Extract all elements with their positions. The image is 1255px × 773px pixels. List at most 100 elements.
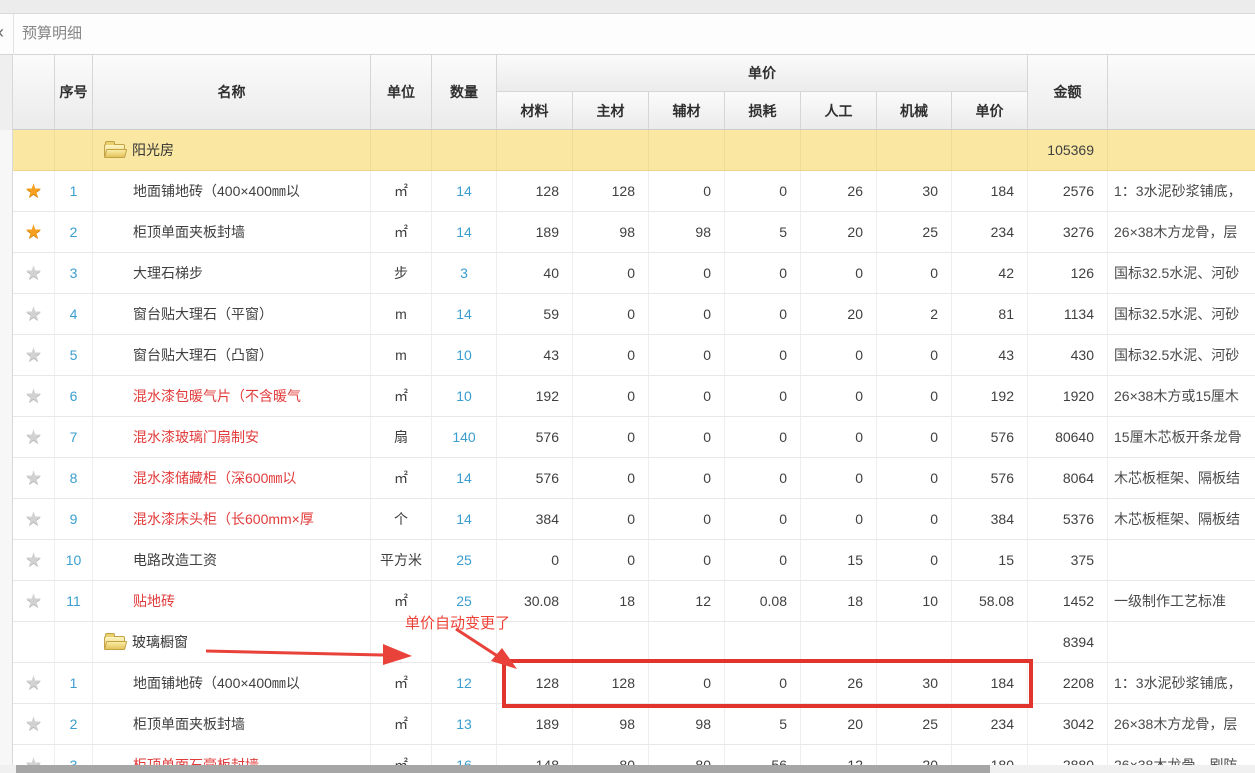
cell-price: 0 <box>725 376 801 416</box>
table-row[interactable]: ★2柜顶单面夹板封墙㎡13189989852025234304226×38木方龙… <box>13 704 1255 745</box>
cell-price: 98 <box>573 212 649 252</box>
cell-amount: 2576 <box>1028 171 1108 211</box>
table-row[interactable]: ★8混水漆储藏柜（深600㎜以㎡14576000005768064木芯板框架、隔… <box>13 458 1255 499</box>
cell-price: 0 <box>725 499 801 539</box>
star-empty-icon[interactable]: ★ <box>25 387 42 406</box>
scrollbar-thumb[interactable] <box>16 765 990 773</box>
cell-seq: 3 <box>55 745 93 765</box>
cell-price: 0 <box>649 458 725 498</box>
table-row[interactable]: ★1地面铺地砖（400×400㎜以㎡1212812800263018422081… <box>13 663 1255 704</box>
star-filled-icon[interactable]: ★ <box>25 182 42 201</box>
table-row[interactable]: ★10电路改造工资平方米25000015015375 <box>13 540 1255 581</box>
cell-price: 0 <box>573 335 649 375</box>
table-row[interactable]: ★3大理石梯步步3400000042126国标32.5水泥、河砂 <box>13 253 1255 294</box>
table-row[interactable]: ★4窗台贴大理石（平窗）m1459000202811134国标32.5水泥、河砂 <box>13 294 1255 335</box>
folder-icon[interactable] <box>104 144 125 158</box>
header-cell-material[interactable]: 材料 <box>497 92 573 129</box>
cell-price: 234 <box>952 212 1028 252</box>
cell-price: 81 <box>952 294 1028 334</box>
cell-price: 0 <box>877 540 952 580</box>
star-empty-icon[interactable]: ★ <box>25 592 42 611</box>
cell-unit <box>371 130 432 170</box>
cell-qty: 14 <box>432 294 497 334</box>
star-empty-icon[interactable]: ★ <box>25 551 42 570</box>
star-empty-icon[interactable]: ★ <box>25 469 42 488</box>
cell-price <box>952 130 1028 170</box>
cell-price: 0 <box>801 499 877 539</box>
table-row[interactable]: ★9混水漆床头柜（长600mm×厚个14384000003845376木芯板框架… <box>13 499 1255 540</box>
cell-amount: 5376 <box>1028 499 1108 539</box>
header-cell-unit-price-group[interactable]: 单价 <box>497 55 1028 92</box>
star-empty-icon[interactable]: ★ <box>25 756 42 766</box>
cell-price: 0 <box>649 499 725 539</box>
cell-price <box>649 130 725 170</box>
cell-price: 5 <box>725 212 801 252</box>
cell-price: 128 <box>573 171 649 211</box>
cell-price: 30 <box>877 663 952 703</box>
cell-price: 0 <box>649 376 725 416</box>
table-row[interactable]: ★2柜顶单面夹板封墙㎡14189989852025234327626×38木方龙… <box>13 212 1255 253</box>
header-cell-amount[interactable]: 金额 <box>1028 55 1108 129</box>
cell-price: 0 <box>649 253 725 293</box>
cell-price: 0 <box>649 540 725 580</box>
table-row[interactable]: ★11贴地砖㎡2530.0818120.08181058.081452一级制作工… <box>13 581 1255 622</box>
cell-remark: 26×38木方龙骨，层 <box>1108 212 1255 252</box>
star-empty-icon[interactable]: ★ <box>25 264 42 283</box>
cell-price: 148 <box>497 745 573 765</box>
cell-unit: ㎡ <box>371 376 432 416</box>
cell-qty: 10 <box>432 376 497 416</box>
table-row[interactable]: ★6混水漆包暖气片（不含暖气㎡1019200000192192026×38木方或… <box>13 376 1255 417</box>
header-cell-unit[interactable]: 单位 <box>371 55 432 129</box>
star-empty-icon[interactable]: ★ <box>25 428 42 447</box>
cell-remark: 15厘木芯板开条龙骨 <box>1108 417 1255 457</box>
header-cell-unit-price[interactable]: 单价 <box>952 92 1028 129</box>
cell-name: 地面铺地砖（400×400㎜以 <box>93 171 371 211</box>
table-row[interactable]: ★7混水漆玻璃门扇制安扇140576000005768064015厘木芯板开条龙… <box>13 417 1255 458</box>
cell-remark <box>1108 130 1255 170</box>
header-cell-main-material[interactable]: 主材 <box>573 92 649 129</box>
cell-seq: 3 <box>55 253 93 293</box>
cell-unit: m <box>371 294 432 334</box>
star-empty-icon[interactable]: ★ <box>25 715 42 734</box>
cell-price: 0 <box>801 376 877 416</box>
tab-bar: « 预算明细 <box>0 14 1255 55</box>
cell-qty: 14 <box>432 458 497 498</box>
header-cell-machine[interactable]: 机械 <box>877 92 952 129</box>
tab-budget-detail[interactable]: 预算明细 <box>22 14 82 54</box>
header-cell-qty[interactable]: 数量 <box>432 55 497 129</box>
cell-group-name: 玻璃橱窗 <box>93 622 371 662</box>
cell-name: 电路改造工资 <box>93 540 371 580</box>
table-row[interactable]: ★5窗台贴大理石（凸窗）m10430000043430国标32.5水泥、河砂 <box>13 335 1255 376</box>
cell-seq: 2 <box>55 212 93 252</box>
folder-icon[interactable] <box>104 636 125 650</box>
header-cell-labor[interactable]: 人工 <box>801 92 877 129</box>
header-cell-remark <box>1108 55 1255 129</box>
cell-name: 柜顶单面夹板封墙 <box>93 212 371 252</box>
table-row[interactable]: ★3柜顶单面石膏板封墙㎡161488080561220180288026×38木… <box>13 745 1255 765</box>
cell-price: 0.08 <box>725 581 801 621</box>
star-empty-icon[interactable]: ★ <box>25 305 42 324</box>
header-cell-name[interactable]: 名称 <box>93 55 371 129</box>
cell-name: 大理石梯步 <box>93 253 371 293</box>
cell-star: ★ <box>13 212 55 252</box>
horizontal-scrollbar[interactable] <box>0 765 1255 773</box>
group-row[interactable]: 阳光房105369 <box>13 130 1255 171</box>
cell-group-name: 阳光房 <box>93 130 371 170</box>
cell-price <box>649 622 725 662</box>
header-cell-seq[interactable]: 序号 <box>55 55 93 129</box>
cell-remark: 26×38木方或15厘木 <box>1108 376 1255 416</box>
cell-amount: 1452 <box>1028 581 1108 621</box>
cell-remark: 1：3水泥砂浆铺底， <box>1108 171 1255 211</box>
star-filled-icon[interactable]: ★ <box>25 223 42 242</box>
collapse-panel-icon[interactable]: « <box>0 22 4 43</box>
star-empty-icon[interactable]: ★ <box>25 346 42 365</box>
star-empty-icon[interactable]: ★ <box>25 674 42 693</box>
table-row[interactable]: ★1地面铺地砖（400×400㎜以㎡1412812800263018425761… <box>13 171 1255 212</box>
header-cell-aux-material[interactable]: 辅材 <box>649 92 725 129</box>
star-empty-icon[interactable]: ★ <box>25 510 42 529</box>
collapsed-sidebar-splitter[interactable] <box>0 55 13 765</box>
header-cell-loss[interactable]: 损耗 <box>725 92 801 129</box>
cell-remark: 1：3水泥砂浆铺底， <box>1108 663 1255 703</box>
cell-price: 128 <box>497 171 573 211</box>
group-row[interactable]: 玻璃橱窗8394 <box>13 622 1255 663</box>
